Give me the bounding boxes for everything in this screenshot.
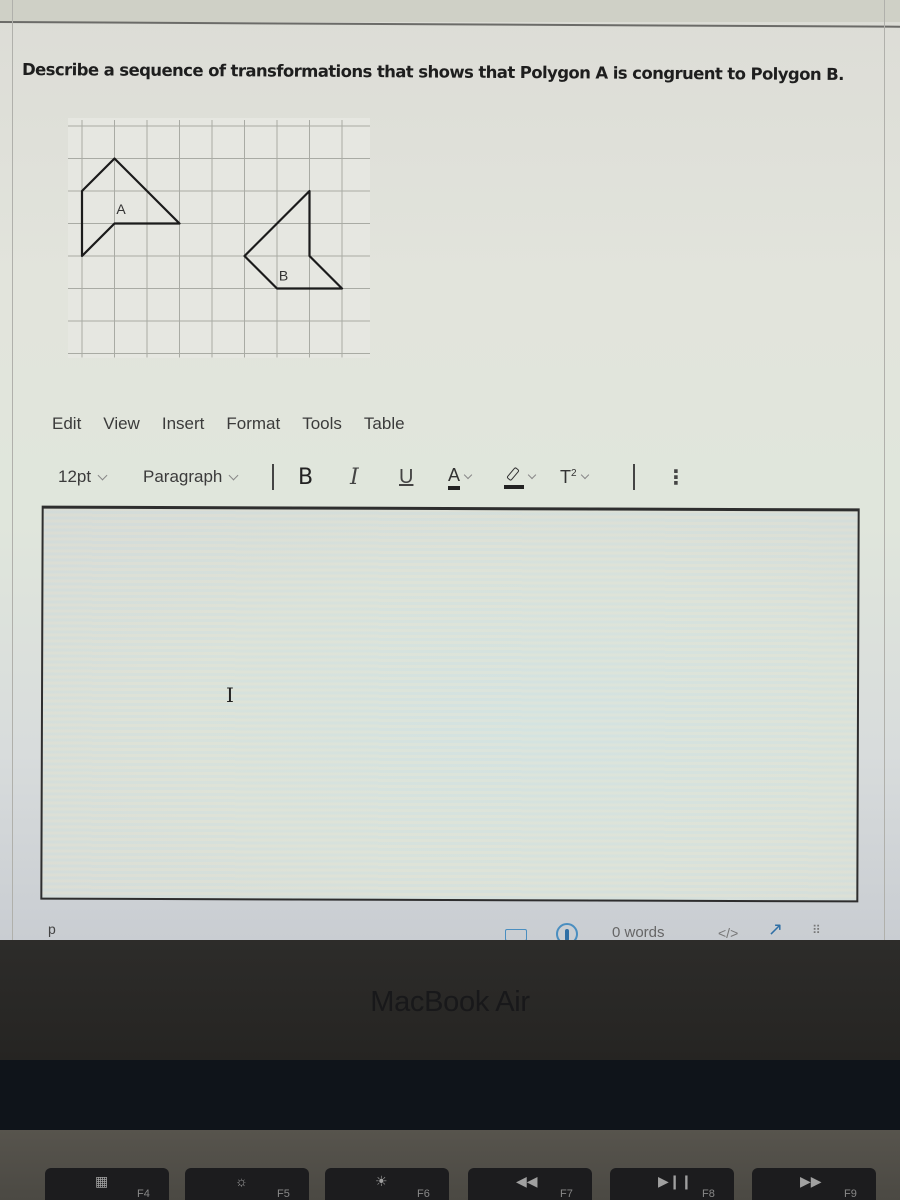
chevron-down-icon bbox=[228, 470, 239, 480]
text-color-icon: A bbox=[448, 465, 461, 490]
font-size-select[interactable]: 12pt bbox=[58, 462, 108, 492]
divider bbox=[0, 21, 900, 28]
key-f5: ☼ F5 bbox=[185, 1168, 309, 1200]
key-f4: ▦ F4 bbox=[45, 1168, 169, 1200]
fullscreen-icon[interactable]: ↗ bbox=[768, 919, 783, 940]
key-f9: ▶▶ F9 bbox=[752, 1168, 876, 1200]
underline-button[interactable]: U bbox=[399, 462, 413, 492]
italic-button[interactable]: I bbox=[350, 462, 359, 492]
editor-statusbar: p 0 words </> ↗ ⠿ bbox=[0, 905, 900, 940]
menu-edit[interactable]: Edit bbox=[52, 414, 81, 434]
chevron-down-icon bbox=[463, 470, 473, 480]
block-format-select[interactable]: Paragraph bbox=[143, 462, 239, 492]
word-count[interactable]: 0 words bbox=[612, 924, 665, 940]
superscript-button[interactable]: T2 bbox=[560, 462, 589, 492]
key-f7: ◀◀ F7 bbox=[468, 1168, 592, 1200]
html-editor-toggle-icon[interactable]: </> bbox=[718, 925, 738, 940]
play-pause-icon: ▶❙❙ bbox=[658, 1173, 693, 1189]
keyboard-shortcuts-icon[interactable] bbox=[505, 929, 527, 940]
menu-format[interactable]: Format bbox=[226, 414, 280, 434]
key-f6: ☀ F6 bbox=[325, 1168, 449, 1200]
keyboard-brightness-down-icon: ☼ bbox=[235, 1173, 248, 1189]
resize-handle-icon[interactable]: ⠿ bbox=[812, 923, 821, 937]
editor-menubar: Edit View Insert Format Tools Table bbox=[52, 414, 427, 434]
screen: Describe a sequence of transformations t… bbox=[0, 0, 900, 940]
polygon-diagram: AB bbox=[68, 118, 370, 358]
content-border-right bbox=[884, 0, 885, 940]
content-border-left bbox=[12, 0, 13, 940]
previous-content-strip bbox=[0, 0, 900, 22]
more-options-button[interactable]: ⋮ bbox=[666, 462, 686, 492]
menu-view[interactable]: View bbox=[103, 414, 140, 434]
toolbar-divider bbox=[272, 464, 274, 490]
toolbar-divider bbox=[633, 464, 635, 490]
element-path[interactable]: p bbox=[48, 921, 56, 937]
rewind-icon: ◀◀ bbox=[516, 1173, 538, 1189]
menu-table[interactable]: Table bbox=[364, 414, 405, 434]
device-label: MacBook Air bbox=[370, 986, 530, 1018]
laptop-hinge bbox=[0, 1060, 900, 1130]
highlight-color-button[interactable] bbox=[504, 462, 537, 492]
fast-forward-icon: ▶▶ bbox=[800, 1173, 822, 1189]
editor-toolbar: 12pt Paragraph B I U A T2 ⋮ bbox=[58, 462, 698, 492]
chevron-down-icon bbox=[580, 470, 589, 480]
text-color-button[interactable]: A bbox=[448, 462, 473, 492]
menu-tools[interactable]: Tools bbox=[302, 414, 342, 434]
superscript-icon: T2 bbox=[560, 466, 577, 487]
text-cursor-icon: I bbox=[226, 683, 234, 707]
grid-figure: AB bbox=[68, 118, 370, 358]
launchpad-icon: ▦ bbox=[95, 1173, 109, 1189]
polygon-a-label: A bbox=[116, 201, 126, 217]
question-prompt: Describe a sequence of transformations t… bbox=[21, 60, 844, 85]
bold-button[interactable]: B bbox=[298, 462, 313, 492]
accessibility-checker-icon[interactable] bbox=[556, 923, 578, 940]
block-format-value: Paragraph bbox=[143, 467, 223, 486]
answer-text-area[interactable] bbox=[40, 505, 860, 903]
highlighter-icon bbox=[504, 465, 524, 489]
chevron-down-icon bbox=[527, 470, 537, 480]
chevron-down-icon bbox=[97, 470, 108, 480]
polygon-b-label: B bbox=[279, 267, 288, 283]
key-f8: ▶❙❙ F8 bbox=[610, 1168, 734, 1200]
keyboard-brightness-up-icon: ☀ bbox=[375, 1173, 388, 1189]
grid-background bbox=[68, 118, 370, 358]
menu-insert[interactable]: Insert bbox=[162, 414, 205, 434]
font-size-value: 12pt bbox=[58, 467, 92, 486]
